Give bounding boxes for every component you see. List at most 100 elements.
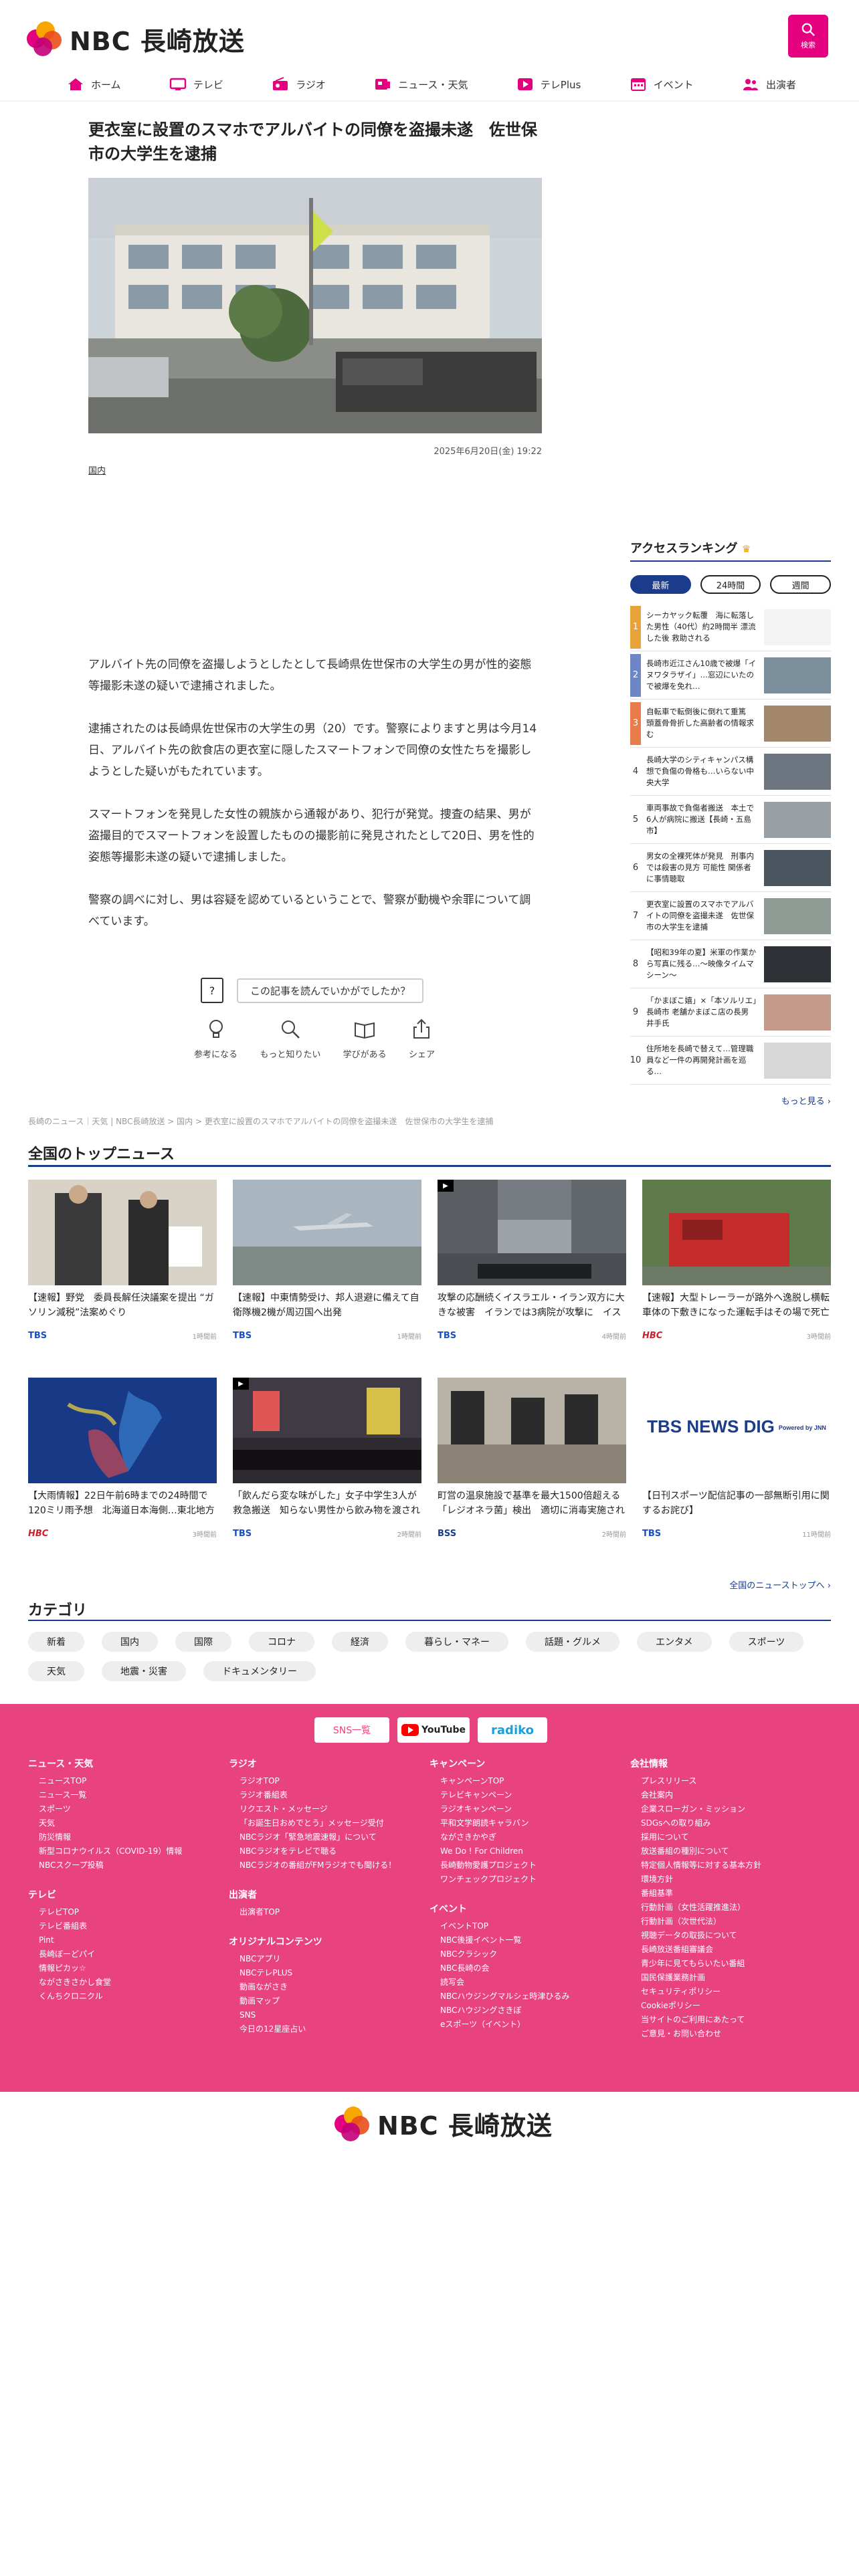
footer-link[interactable]: 会社案内 — [630, 1788, 818, 1802]
footer-link[interactable]: プレスリリース — [630, 1774, 818, 1788]
footer-link[interactable]: NBC後援イベント一覧 — [430, 1933, 617, 1947]
footer-link[interactable]: テレビ番組表 — [28, 1919, 215, 1933]
footer-link[interactable]: ご意見・お問い合わせ — [630, 2027, 818, 2041]
category-chip[interactable]: 経済 — [332, 1632, 388, 1652]
footer-link[interactable]: ラジオTOP — [229, 1774, 416, 1788]
footer-link[interactable]: 平和文学朗読キャラバン — [430, 1816, 617, 1830]
footer-link[interactable]: ながさきかやぎ — [430, 1830, 617, 1844]
tab-latest[interactable]: 最新 — [630, 575, 691, 594]
ranking-item[interactable]: 4 長崎大学のシティキャンパス構想で負傷の骨格も…いらない中央大学 — [630, 748, 831, 796]
nav-tv[interactable]: テレビ — [169, 71, 223, 98]
footer-link[interactable]: ニュースTOP — [28, 1774, 215, 1788]
footer-link[interactable]: ラジオ番組表 — [229, 1788, 416, 1802]
category-chip[interactable]: スポーツ — [729, 1632, 804, 1652]
reaction-learned-button[interactable]: 学びがある — [343, 1018, 387, 1060]
footer-link[interactable]: 動画マップ — [229, 1994, 416, 2008]
breadcrumb[interactable]: 長崎のニュース｜天気 | NBC長崎放送 > 国内 > 更衣室に設置のスマホでア… — [28, 1115, 493, 1127]
ranking-more-link[interactable]: もっと見る › — [630, 1094, 831, 1107]
news-card[interactable]: ▶ 攻撃の応酬続くイスラエル・イラン双方に大きな被害 イランでは3病院が攻撃に イ… — [438, 1180, 626, 1360]
footer-logo[interactable]: NBC 長崎放送 — [335, 2105, 553, 2142]
search-button[interactable]: 検索 — [788, 15, 828, 58]
footer-link[interactable]: ながさきさかし食堂 — [28, 1975, 215, 1990]
news-card[interactable]: ▶ 「飲んだら変な味がした」女子中学生3人が救急搬送 知らない男性から飲み物を渡さ… — [233, 1378, 421, 1558]
footer-link[interactable]: 特定個人情報等に対する基本方針 — [630, 1858, 818, 1872]
nav-performers[interactable]: 出演者 — [742, 71, 796, 98]
all-news-link[interactable]: 全国のニューストップへ › — [729, 1578, 831, 1591]
sns-list-button[interactable]: SNS一覧 — [314, 1717, 389, 1743]
category-chip[interactable]: 暮らし・マネー — [405, 1632, 508, 1652]
news-card[interactable]: 【速報】野党 委員長解任決議案を提出 “ガソリン減税”法案めぐり TBS 1時間前 — [28, 1180, 217, 1360]
footer-link[interactable]: 長崎ぼーどパイ — [28, 1947, 215, 1961]
footer-link[interactable]: NBCハウジングさきぼ — [430, 2004, 617, 2018]
footer-link[interactable]: リクエスト・メッセージ — [229, 1802, 416, 1816]
footer-link[interactable]: ラジオキャンペーン — [430, 1802, 617, 1816]
footer-link[interactable]: 長崎動物愛護プロジェクト — [430, 1858, 617, 1872]
footer-link[interactable]: NBCテレPLUS — [229, 1966, 416, 1980]
footer-link[interactable]: NBC長崎の会 — [430, 1961, 617, 1975]
nav-radio[interactable]: ラジオ — [272, 71, 326, 98]
footer-link[interactable]: We Do ! For Children — [430, 1844, 617, 1858]
footer-link[interactable]: eスポーツ（イベント） — [430, 2018, 617, 2032]
article-category-tag[interactable]: 国内 — [88, 463, 106, 476]
footer-link[interactable]: Pint — [28, 1933, 215, 1947]
category-chip[interactable]: 国際 — [175, 1632, 231, 1652]
reaction-know-more-button[interactable]: もっと知りたい — [260, 1018, 320, 1060]
footer-link[interactable]: 読写会 — [430, 1975, 617, 1990]
footer-heading[interactable]: 会社情報 — [630, 1757, 818, 1772]
nav-teleplus[interactable]: テレPlus — [516, 71, 581, 98]
tab-weekly[interactable]: 週間 — [770, 575, 832, 594]
news-card[interactable]: TBS NEWS DIG Powered by JNN 【日刊スポーツ配信記事の一部… — [642, 1378, 831, 1558]
footer-link[interactable]: ワンチェックプロジェクト — [430, 1872, 617, 1887]
footer-link[interactable]: 出演者TOP — [229, 1905, 416, 1919]
footer-heading[interactable]: ラジオ — [229, 1757, 416, 1772]
nav-news[interactable]: ニュース・天気 — [374, 71, 468, 98]
ranking-item[interactable]: 6 男女の全裸死体が発見 刑事内では殺害の見方 可能性 関係者に事情聴取 — [630, 844, 831, 892]
footer-link[interactable]: イベントTOP — [430, 1919, 617, 1933]
footer-link[interactable]: 行動計画（次世代法） — [630, 1915, 818, 1929]
footer-link[interactable]: 企業スローガン・ミッション — [630, 1802, 818, 1816]
site-logo[interactable]: NBC 長崎放送 — [27, 20, 245, 58]
footer-link[interactable]: 「お誕生日おめでとう」メッセージ受付 — [229, 1816, 416, 1830]
footer-link[interactable]: テレビTOP — [28, 1905, 215, 1919]
ranking-item[interactable]: 9 「かまぼこ嬉」×「本ソルリエ」長崎市 老舗かまぼこ店の長男 井手氏 — [630, 988, 831, 1037]
footer-heading[interactable]: 出演者 — [229, 1889, 416, 1903]
category-chip[interactable]: 天気 — [28, 1661, 84, 1681]
footer-link[interactable]: 採用について — [630, 1830, 818, 1844]
ranking-item[interactable]: 7 更衣室に設置のスマホでアルバイトの同僚を盗撮未遂 佐世保市の大学生を逮捕 — [630, 892, 831, 940]
category-chip[interactable]: 地震・災害 — [102, 1661, 186, 1681]
footer-link[interactable]: NBCクラシック — [430, 1947, 617, 1961]
footer-link[interactable]: キャンペーンTOP — [430, 1774, 617, 1788]
share-button[interactable]: シェア — [409, 1018, 435, 1060]
news-card[interactable]: 【速報】大型トレーラーが路外へ逸脱し横転 車体の下敷きになった運転手はその場で死… — [642, 1180, 831, 1360]
ranking-item[interactable]: 10 住所地を長崎で替えて…管理職員など一件の再開発計画を巡る… — [630, 1037, 831, 1085]
footer-link[interactable]: SNS — [229, 2008, 416, 2022]
footer-heading[interactable]: オリジナルコンテンツ — [229, 1935, 416, 1949]
nav-home[interactable]: ホーム — [67, 71, 121, 98]
reaction-helpful-button[interactable]: 参考になる — [194, 1018, 237, 1060]
footer-heading[interactable]: キャンペーン — [430, 1757, 617, 1772]
footer-link[interactable]: 当サイトのご利用にあたって — [630, 2013, 818, 2027]
category-chip[interactable]: 新着 — [28, 1632, 84, 1652]
nav-event[interactable]: イベント — [630, 71, 694, 98]
category-chip[interactable]: コロナ — [249, 1632, 314, 1652]
category-chip[interactable]: エンタメ — [637, 1632, 712, 1652]
footer-link[interactable]: 視聴データの取扱について — [630, 1929, 818, 1943]
footer-link[interactable]: 放送番組の種別について — [630, 1844, 818, 1858]
category-chip[interactable]: ドキュメンタリー — [203, 1661, 316, 1681]
ranking-item[interactable]: 2 長崎市近江さん10歳で被爆「イヌワタラザイ」…窓辺にいたので被爆を免れ… — [630, 651, 831, 700]
ranking-item[interactable]: 5 車両事故で負傷者搬送 本土で6人が病院に搬送【長崎・五島市】 — [630, 796, 831, 844]
footer-link[interactable]: NBCハウジングマルシェ時津ひるみ — [430, 1990, 617, 2004]
footer-link[interactable]: 今日の12星座占い — [229, 2022, 416, 2036]
footer-link[interactable]: 行動計画（女性活躍推進法） — [630, 1901, 818, 1915]
ranking-item[interactable]: 1 シーカヤック転覆 海に転落した男性（40代）約2時間半 漂流した後 救助される — [630, 603, 831, 651]
category-chip[interactable]: 国内 — [102, 1632, 158, 1652]
footer-link[interactable]: 天気 — [28, 1816, 215, 1830]
footer-link[interactable]: 青少年に見てもらいたい番組 — [630, 1957, 818, 1971]
footer-link[interactable]: セキュリティポリシー — [630, 1985, 818, 1999]
footer-link[interactable]: NBCラジオをテレビで聴る — [229, 1844, 416, 1858]
footer-link[interactable]: NBCラジオの番組がFMラジオでも聞ける！ — [229, 1858, 416, 1872]
ranking-item[interactable]: 3 自転車で転倒後に倒れて重篤 頭蓋骨骨折した高齢者の情報求む — [630, 700, 831, 748]
footer-link[interactable]: NBCアプリ — [229, 1952, 416, 1966]
footer-link[interactable]: 環境方針 — [630, 1872, 818, 1887]
footer-link[interactable]: テレビキャンペーン — [430, 1788, 617, 1802]
